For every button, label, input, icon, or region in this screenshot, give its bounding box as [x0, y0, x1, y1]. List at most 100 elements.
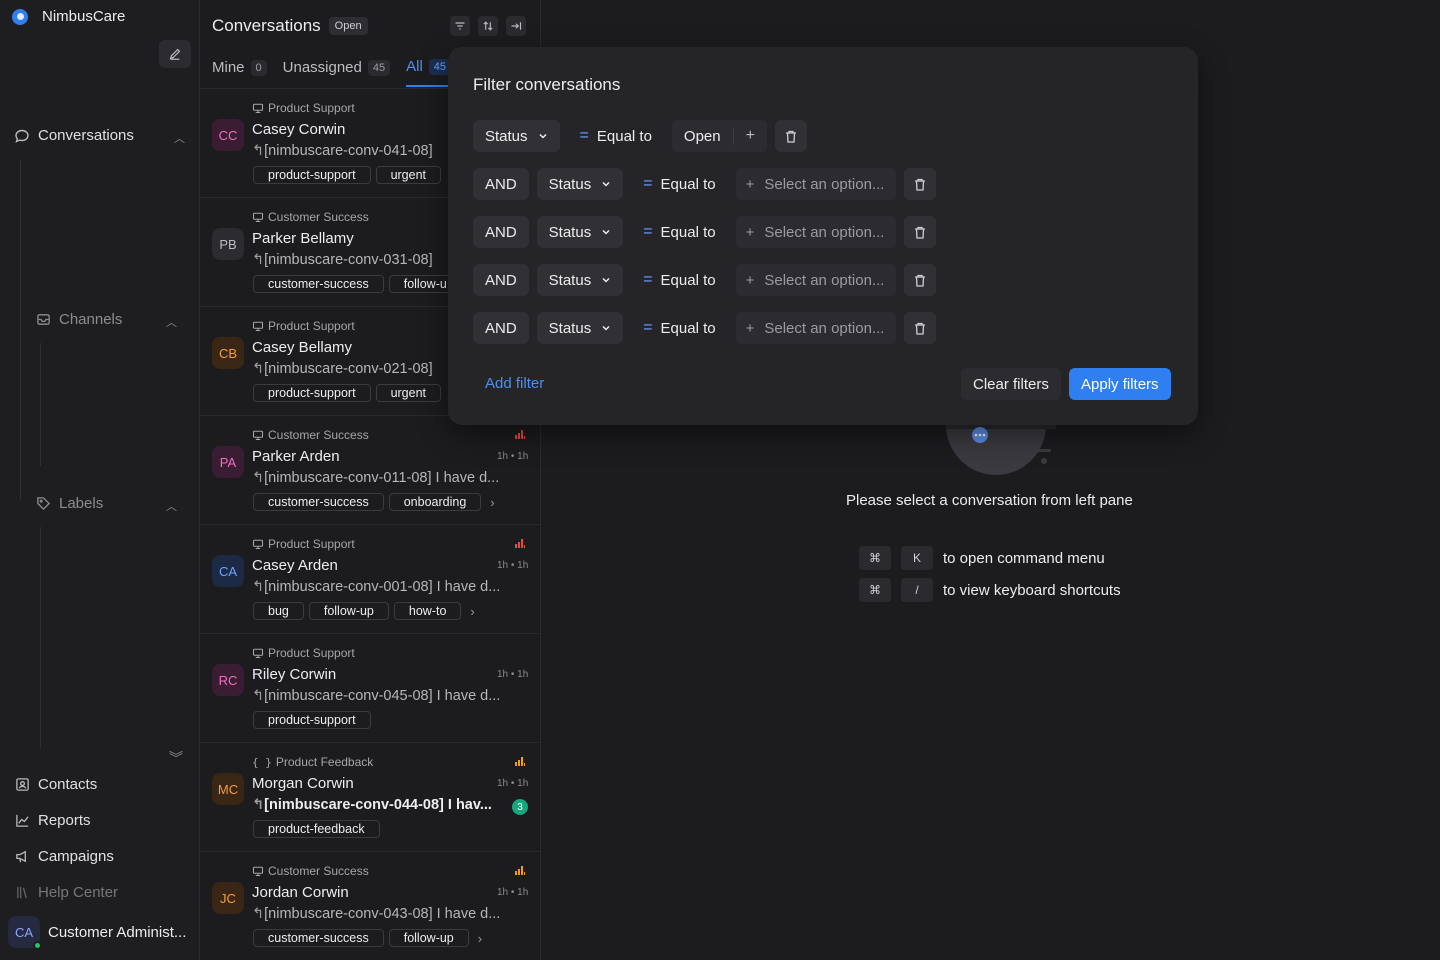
filter-value-input[interactable]: + Select an option...: [735, 216, 897, 248]
conjunction-select[interactable]: AND: [473, 216, 529, 248]
avatar: CA: [8, 916, 42, 950]
nav-help-center[interactable]: Help Center: [14, 884, 118, 901]
filter-row: AND Status = Equal to + Select an option...: [473, 264, 937, 296]
filter-field-select[interactable]: Status: [536, 264, 624, 296]
filter-field-select[interactable]: Status: [536, 216, 624, 248]
filter-operator-select[interactable]: = Equal to: [623, 271, 735, 289]
chevron-right-icon[interactable]: ›: [478, 931, 482, 946]
nav-contacts[interactable]: Contacts: [14, 776, 97, 793]
avatar: JC: [212, 882, 244, 914]
label-chip[interactable]: bug: [253, 602, 304, 620]
filter-operator-select[interactable]: = Equal to: [623, 223, 735, 241]
avatar: CA: [212, 555, 244, 587]
tab-unassigned[interactable]: Unassigned 45: [283, 58, 391, 87]
conjunction-select[interactable]: AND: [473, 312, 529, 344]
equals-icon: =: [643, 271, 653, 288]
inbox-name: Product Support: [268, 101, 355, 115]
reply-arrow-icon: ↰: [252, 797, 265, 813]
message-text: [nimbuscare-conv-031-08]: [264, 252, 433, 268]
conversation-item[interactable]: Customer Success PA Parker Arden ↰[nimbusca…: [200, 416, 540, 525]
trash-icon[interactable]: [904, 264, 937, 296]
conversation-list-header: Conversations Open: [212, 16, 368, 36]
timestamp: 1h • 1h: [497, 778, 529, 789]
trash-icon[interactable]: [904, 312, 937, 344]
reply-arrow-icon: ↰: [252, 252, 265, 268]
add-filter-button[interactable]: Add filter: [485, 375, 544, 392]
conversation-item[interactable]: Customer Success JC Jordan Corwin ↰[nimbusc…: [200, 852, 540, 960]
equals-icon: =: [643, 319, 653, 336]
nav-labels-label: Labels: [59, 495, 104, 512]
apply-filters-button[interactable]: Apply filters: [1069, 368, 1171, 400]
label-chip[interactable]: product-feedback: [253, 820, 380, 838]
inbox-tray-icon: [36, 312, 51, 327]
filter-field-select[interactable]: Status: [536, 312, 624, 344]
label-chip[interactable]: urgent: [375, 166, 442, 184]
filter-field-select[interactable]: Status: [473, 120, 560, 152]
trash-icon[interactable]: [904, 216, 937, 248]
current-user[interactable]: CA Customer Administ...: [8, 916, 186, 950]
clear-filters-button[interactable]: Clear filters: [961, 368, 1061, 400]
label-chip[interactable]: follow-up: [308, 602, 389, 620]
nav-labels[interactable]: Labels: [36, 495, 103, 512]
conversation-item[interactable]: Product Support RC Riley Corwin ↰[nimbuscar…: [200, 634, 540, 743]
message-preview: ↰[nimbuscare-conv-043-08] I have d...: [252, 906, 500, 922]
avatar: PA: [212, 446, 244, 478]
nav-campaigns[interactable]: Campaigns: [14, 848, 114, 865]
label-chip[interactable]: customer-success: [253, 275, 384, 293]
chevron-right-icon[interactable]: ›: [490, 495, 494, 510]
chevron-up-icon[interactable]: ︿: [166, 314, 177, 330]
filter-operator-select[interactable]: = Equal to: [623, 175, 735, 193]
nav-conversations[interactable]: Conversations: [14, 127, 134, 144]
sort-icon[interactable]: [478, 16, 498, 36]
message-text: [nimbuscare-conv-041-08]: [264, 143, 433, 159]
filter-value-input[interactable]: Open +: [671, 120, 767, 152]
filter-operator-select[interactable]: = Equal to: [560, 127, 672, 145]
equals-icon: =: [579, 127, 589, 144]
chevron-right-icon[interactable]: ›: [470, 604, 474, 619]
label-chip[interactable]: urgent: [375, 384, 442, 402]
chevrons-down-icon[interactable]: ︾: [169, 748, 183, 768]
tab-all[interactable]: All 45: [406, 58, 452, 87]
filter-value-placeholder: + Select an option...: [736, 272, 897, 289]
status-badge[interactable]: Open: [328, 17, 368, 35]
filter-value-input[interactable]: + Select an option...: [735, 264, 897, 296]
label-chip[interactable]: onboarding: [388, 493, 482, 511]
label-chip[interactable]: follow-up: [388, 929, 469, 947]
avatar-initials: RC: [218, 672, 238, 688]
placeholder-text: Select an option...: [764, 175, 885, 193]
nav-channels[interactable]: Channels: [36, 311, 122, 328]
label-chip[interactable]: product-support: [253, 166, 371, 184]
brand[interactable]: NimbusCare: [12, 8, 125, 25]
conjunction-select[interactable]: AND: [473, 264, 529, 296]
filter-icon[interactable]: [450, 16, 470, 36]
placeholder-text: Select an option...: [764, 271, 885, 289]
priority-signal-icon: [515, 757, 525, 766]
filter-value-chip[interactable]: Open: [672, 127, 734, 145]
label-chip[interactable]: product-support: [253, 384, 371, 402]
conversation-item[interactable]: Product Support CA Casey Arden ↰[nimbuscare…: [200, 525, 540, 634]
filter-value-input[interactable]: + Select an option...: [735, 312, 897, 344]
tab-mine[interactable]: Mine 0: [212, 58, 267, 87]
chevron-up-icon[interactable]: ︿: [174, 130, 185, 146]
label-chip[interactable]: how-to: [393, 602, 462, 620]
conversation-tabs: Mine 0 Unassigned 45 All 45: [212, 58, 452, 87]
conjunction-select[interactable]: AND: [473, 168, 529, 200]
filter-field-select[interactable]: Status: [536, 168, 624, 200]
conversation-item[interactable]: { } Product Feedback MC Morgan Corwin ↰[nimb…: [200, 743, 540, 852]
plus-icon[interactable]: +: [734, 127, 767, 145]
message-preview: ↰[nimbuscare-conv-041-08]: [252, 143, 433, 159]
chart-line-icon: [14, 813, 30, 829]
nav-reports[interactable]: Reports: [14, 812, 91, 829]
label-chip[interactable]: customer-success: [253, 929, 384, 947]
avatar: CC: [212, 119, 244, 151]
label-chip[interactable]: product-support: [253, 711, 371, 729]
compose-button[interactable]: [159, 40, 191, 68]
collapse-panel-icon[interactable]: [506, 16, 526, 36]
label-chip[interactable]: customer-success: [253, 493, 384, 511]
tree-line: [20, 160, 21, 500]
filter-operator-select[interactable]: = Equal to: [623, 319, 735, 337]
trash-icon[interactable]: [904, 168, 937, 200]
trash-icon[interactable]: [774, 120, 807, 152]
filter-value-input[interactable]: + Select an option...: [735, 168, 897, 200]
chevron-up-icon[interactable]: ︿: [166, 498, 177, 514]
